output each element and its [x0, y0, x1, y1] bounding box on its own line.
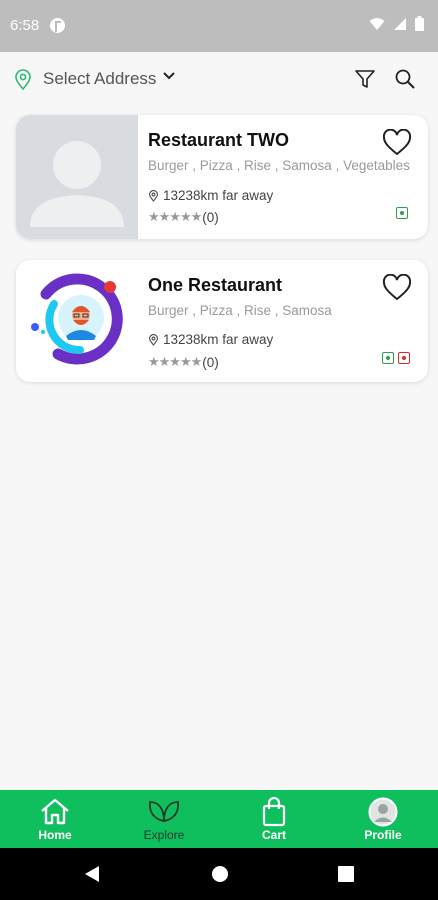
restaurant-name[interactable]: Restaurant TWO — [148, 130, 289, 151]
battery-icon — [415, 16, 424, 31]
filter-icon[interactable] — [354, 68, 376, 90]
status-time: 6:58 — [10, 17, 40, 34]
signal-icon — [394, 17, 406, 30]
restaurant-tags: Burger , Pizza , Rise , Samosa , Vegetab… — [148, 158, 410, 173]
rating-count: (0) — [202, 209, 219, 225]
restaurant-logo-icon — [31, 273, 123, 365]
recents-icon[interactable] — [338, 866, 354, 882]
select-address-label[interactable]: Select Address — [43, 69, 156, 89]
nav-label-cart: Cart — [261, 828, 286, 842]
distance-text: 13238km far away — [163, 332, 274, 347]
app-root: 6:58 Select Address Restaurant TWO Burge… — [0, 0, 438, 900]
restaurant-name[interactable]: One Restaurant — [148, 275, 282, 296]
restaurant-rating: ★★★★★ (0) — [148, 209, 219, 225]
veg-indicator-icon — [396, 207, 408, 219]
nonveg-indicator-icon — [398, 352, 410, 364]
restaurant-card[interactable]: Restaurant TWO Burger , Pizza , Rise , S… — [16, 115, 428, 239]
home-icon — [41, 798, 69, 825]
person-placeholder-icon — [30, 141, 124, 227]
heart-icon[interactable] — [382, 274, 412, 301]
rating-stars: ★★★★★ — [148, 209, 202, 224]
wifi-icon — [369, 17, 385, 30]
back-icon[interactable] — [84, 865, 100, 883]
restaurant-rating: ★★★★★ (0) — [148, 354, 219, 370]
nav-item-explore[interactable]: Explore — [124, 790, 204, 848]
location-pin-icon[interactable] — [14, 69, 32, 90]
nav-item-home[interactable]: Home — [15, 790, 95, 848]
system-nav-bar — [0, 848, 438, 900]
veg-indicator-icon — [382, 352, 394, 364]
rating-stars: ★★★★★ — [148, 354, 202, 369]
rating-count: (0) — [202, 354, 219, 370]
leaf-icon — [148, 801, 180, 823]
status-bar: 6:58 — [0, 0, 438, 52]
header: Select Address — [0, 60, 438, 100]
restaurant-distance: 13238km far away — [148, 188, 273, 203]
restaurant-tags: Burger , Pizza , Rise , Samosa — [148, 303, 332, 318]
bag-icon — [262, 797, 286, 827]
notification-app-icon — [50, 18, 65, 33]
search-icon[interactable] — [394, 68, 416, 90]
nav-label-home: Home — [38, 828, 72, 842]
restaurant-image-placeholder — [16, 115, 138, 239]
nav-label-explore: Explore — [143, 828, 185, 842]
nav-label-profile: Profile — [364, 828, 402, 842]
home-circle-icon[interactable] — [211, 865, 229, 883]
distance-text: 13238km far away — [163, 188, 274, 203]
chevron-down-icon[interactable] — [162, 71, 176, 81]
nav-item-cart[interactable]: Cart — [234, 790, 314, 848]
location-small-icon — [148, 189, 159, 202]
location-small-icon — [148, 333, 159, 346]
bottom-nav: Home Explore Cart Profile — [0, 790, 438, 848]
nav-item-profile[interactable]: Profile — [343, 790, 423, 848]
restaurant-distance: 13238km far away — [148, 332, 273, 347]
heart-icon[interactable] — [382, 129, 412, 156]
profile-icon — [368, 797, 398, 827]
status-icons — [369, 16, 424, 31]
restaurant-card[interactable]: One Restaurant Burger , Pizza , Rise , S… — [16, 260, 428, 382]
